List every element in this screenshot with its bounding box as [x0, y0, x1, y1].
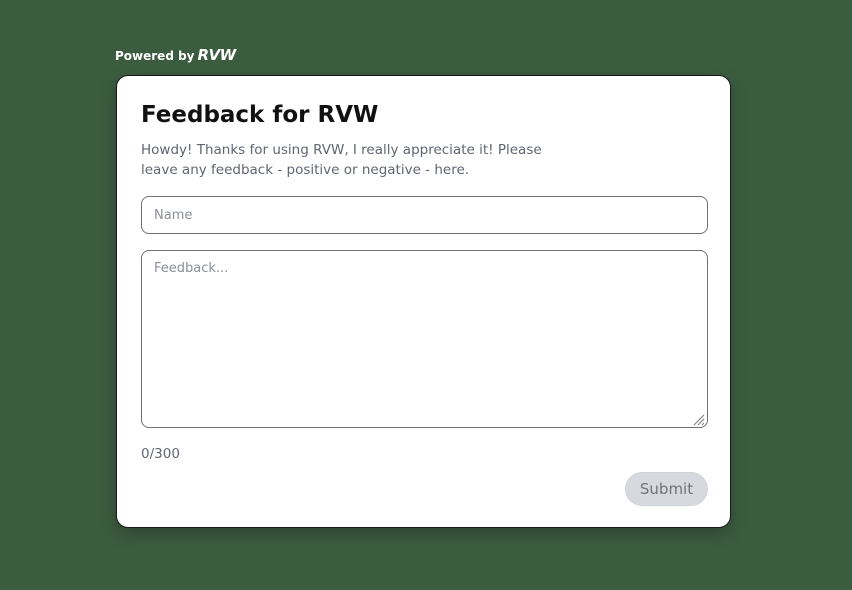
powered-by-badge[interactable]: Powered by RVW — [115, 46, 236, 64]
feedback-card: Feedback for RVW Howdy! Thanks for using… — [116, 75, 731, 528]
character-counter: 0/300 — [141, 446, 180, 462]
form-title: Feedback for RVW — [141, 102, 379, 128]
name-input[interactable] — [141, 196, 708, 234]
resize-handle-icon[interactable] — [691, 412, 705, 426]
powered-by-prefix: Powered by — [115, 49, 195, 63]
form-description: Howdy! Thanks for using RVW, I really ap… — [141, 142, 542, 178]
feedback-textarea[interactable] — [141, 250, 708, 428]
submit-button[interactable]: Submit — [625, 472, 708, 506]
brand-logo: RVW — [197, 46, 237, 64]
